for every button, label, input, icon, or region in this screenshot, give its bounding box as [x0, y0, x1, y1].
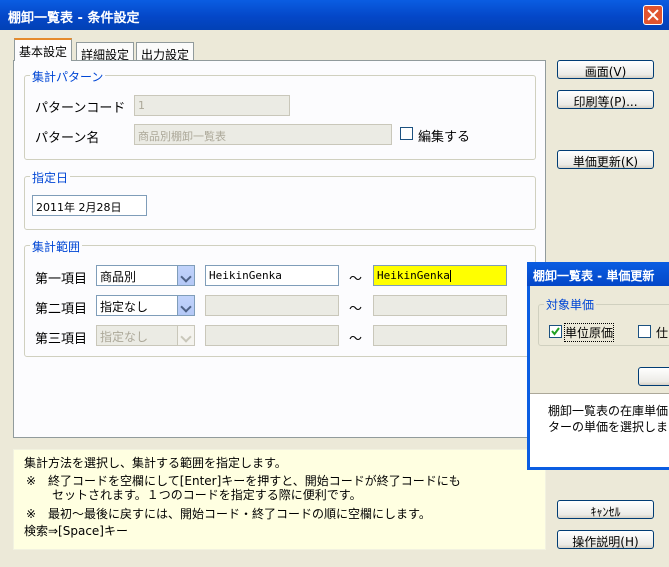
- range-row3-from[interactable]: [205, 325, 339, 346]
- text-cursor: [449, 270, 451, 282]
- help-panel: 集計方法を選択し、集計する範囲を指定します。 ※ 終了コードを空欄にして[Ent…: [13, 449, 546, 550]
- popup-message-area: 棚卸一覧表の在庫単価 ターの単価を選択しま: [530, 393, 669, 467]
- range-row1-label: 第一項目: [35, 272, 88, 287]
- range-row1-select[interactable]: 商品別: [96, 265, 195, 286]
- popup-check1-label: 単位原価: [563, 323, 615, 342]
- chevron-down-icon[interactable]: [177, 296, 194, 315]
- pattern-name-field[interactable]: 商品別棚卸一覧表: [134, 124, 392, 145]
- pattern-code-field[interactable]: 1: [134, 95, 290, 116]
- print-button[interactable]: 印刷等(P)...: [557, 90, 654, 109]
- range-group-label: 集計範囲: [30, 238, 83, 255]
- popup-title: 棚卸一覧表 - 単価更新: [533, 269, 655, 283]
- help-line-4: ※ 最初～最後に戻すには、開始コード・終了コードの順に空欄にします。: [26, 507, 431, 521]
- date-group-label: 指定日: [30, 169, 71, 186]
- popup-check2[interactable]: [638, 325, 651, 338]
- popup-group-label: 対象単価: [544, 296, 597, 313]
- help-line-2: ※ 終了コードを空欄にして[Enter]キーを押すと、開始コードが終了コードにも: [26, 474, 461, 488]
- pattern-name-label: パターン名: [35, 131, 100, 146]
- range-row2-from[interactable]: [205, 295, 339, 316]
- title-bar: 棚卸一覧表 - 条件設定: [0, 0, 669, 30]
- tab-detail[interactable]: 詳細設定: [76, 42, 135, 62]
- chevron-down-icon[interactable]: [177, 326, 194, 345]
- cancel-button[interactable]: ｷｬﾝｾﾙ: [557, 500, 654, 519]
- tab-output[interactable]: 出力設定: [136, 42, 195, 62]
- range-row1-to-value: HeikinGenka: [377, 269, 450, 282]
- help-line-5: 検索⇒[Space]キー: [24, 524, 128, 538]
- tab-basic[interactable]: 基本設定: [14, 38, 73, 61]
- check-icon: [551, 327, 560, 336]
- range-row1-to[interactable]: HeikinGenka: [373, 265, 507, 286]
- unit-update-button[interactable]: 単価更新(K): [557, 150, 654, 169]
- range-row2-select-value: 指定なし: [100, 300, 149, 314]
- pattern-group-label: 集計パターン: [30, 68, 106, 85]
- range-row2-tilde: ～: [349, 302, 363, 317]
- screen-button[interactable]: 画面(V): [557, 60, 654, 79]
- range-row1-from[interactable]: HeikinGenka: [205, 265, 339, 286]
- range-row2-label: 第二項目: [35, 302, 88, 317]
- popup-title-bar: 棚卸一覧表 - 単価更新: [527, 262, 669, 286]
- popup-check2-label: 仕: [656, 326, 669, 340]
- pattern-group: [24, 75, 536, 160]
- pattern-code-label: パターンコード: [35, 101, 126, 116]
- popup-button[interactable]: [638, 367, 669, 386]
- range-row2-select[interactable]: 指定なし: [96, 295, 195, 316]
- chevron-down-icon[interactable]: [177, 266, 194, 285]
- popup-message-line-2: ターの単価を選択しま: [548, 420, 669, 434]
- range-row1-select-value: 商品別: [100, 270, 137, 284]
- popup-check1[interactable]: [549, 325, 562, 338]
- edit-checkbox-label: 編集する: [418, 130, 471, 145]
- range-row3-tilde: ～: [349, 332, 363, 347]
- popup-message-line-1: 棚卸一覧表の在庫単価: [548, 404, 669, 418]
- help-button[interactable]: 操作説明(H): [557, 530, 654, 549]
- range-row3-label: 第三項目: [35, 332, 88, 347]
- help-line-1: 集計方法を選択し、集計する範囲を指定します。: [24, 456, 287, 470]
- range-row3-select[interactable]: 指定なし: [96, 325, 195, 346]
- range-row3-select-value: 指定なし: [100, 330, 149, 344]
- range-row3-to[interactable]: [373, 325, 507, 346]
- unit-update-popup: 棚卸一覧表 - 単価更新 対象単価 単位原価 仕 棚卸一覧表の在庫単価 ターの単…: [527, 262, 669, 470]
- date-field[interactable]: 2011年 2月28日: [32, 195, 147, 216]
- close-icon[interactable]: [643, 5, 663, 25]
- range-row1-tilde: ～: [349, 272, 363, 287]
- edit-checkbox[interactable]: [400, 127, 413, 140]
- help-line-3: セットされます。１つのコードを指定する際に便利です。: [52, 488, 362, 502]
- popup-body: 対象単価 単位原価 仕 棚卸一覧表の在庫単価 ターの単価を選択しま: [530, 286, 669, 467]
- range-row2-to[interactable]: [373, 295, 507, 316]
- window-title: 棚卸一覧表 - 条件設定: [8, 11, 140, 26]
